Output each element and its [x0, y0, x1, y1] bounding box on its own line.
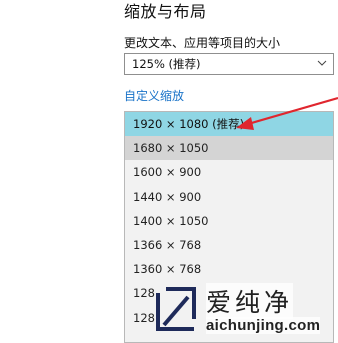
- watermark-brand: 爱纯净: [206, 283, 294, 319]
- section-title: 缩放与布局: [124, 2, 207, 21]
- resolution-option[interactable]: 1366 × 768: [125, 233, 333, 257]
- chevron-down-icon: [317, 60, 327, 66]
- watermark-url: aichunjing.com: [206, 317, 321, 334]
- resolution-option[interactable]: 1400 × 1050: [125, 209, 333, 233]
- resolution-option[interactable]: 1600 × 900: [125, 160, 333, 184]
- scale-dropdown-value: 125% (推荐): [132, 57, 201, 71]
- watermark: 爱纯净 aichunjing.com: [148, 283, 338, 339]
- resolution-option[interactable]: 1920 × 1080 (推荐): [125, 112, 333, 137]
- custom-scaling-link[interactable]: 自定义缩放: [124, 87, 184, 104]
- scale-label: 更改文本、应用等项目的大小: [124, 36, 281, 50]
- resolution-option[interactable]: 1360 × 768: [125, 257, 333, 281]
- resolution-option[interactable]: 1680 × 1050: [125, 136, 333, 161]
- resolution-option[interactable]: 1440 × 900: [125, 185, 333, 209]
- watermark-logo-icon: [156, 287, 196, 331]
- scale-dropdown[interactable]: 125% (推荐): [124, 53, 334, 75]
